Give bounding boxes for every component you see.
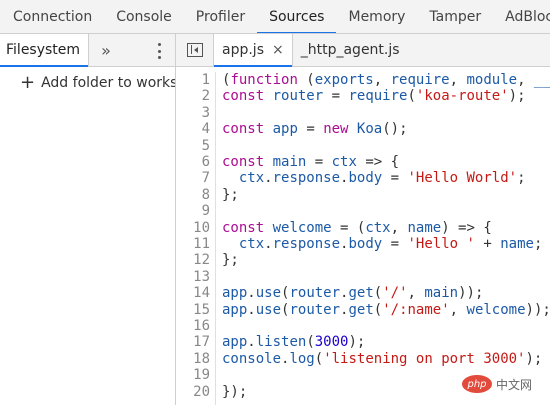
tab-profiler[interactable]: Profiler [184, 0, 257, 33]
editor-file-tabs: app.js × _http_agent.js [176, 34, 550, 67]
php-logo-icon: php [462, 375, 492, 393]
file-tab-http-agent[interactable]: _http_agent.js [293, 34, 408, 66]
line-number: 1 [201, 72, 210, 88]
code-line: ctx.response.body = 'Hello World'; [238, 170, 526, 187]
tab-tamper[interactable]: Tamper [417, 0, 493, 33]
code-line: const app = new Koa(); [222, 121, 408, 138]
editor-panel: app.js × _http_agent.js 1 2 3 4 5 6 7 8 … [176, 34, 550, 405]
code-line: (function (exports, require, module, __f [222, 72, 550, 88]
file-tab-label: app.js [222, 42, 264, 58]
toggle-navigator-button[interactable] [176, 34, 214, 66]
code-line: const welcome = (ctx, name) => { [222, 219, 492, 236]
code-line: console.log('listening on port 3000'); [222, 350, 543, 367]
tab-sources[interactable]: Sources [257, 0, 337, 33]
navigator-panel: Filesystem » + Add folder to worksp [0, 34, 176, 405]
line-number: 12 [193, 252, 210, 269]
add-folder-label: Add folder to worksp [41, 75, 175, 91]
code-line: app.use(router.get('/', main)); [222, 285, 484, 302]
line-number: 11 [193, 236, 210, 252]
devtools-top-tabs: Connection Console Profiler Sources Memo… [0, 0, 550, 34]
tab-filesystem[interactable]: Filesystem [0, 34, 90, 67]
line-number: 20 [193, 383, 210, 400]
line-number: 5 [201, 137, 210, 154]
line-number: 16 [193, 318, 210, 334]
line-number: 13 [193, 268, 210, 285]
line-number: 19 [193, 367, 210, 384]
line-number: 3 [201, 104, 210, 121]
code-line: app.use(router.get('/:name', welcome)); [222, 301, 550, 318]
line-number: 18 [193, 350, 210, 367]
code-line: }; [222, 252, 239, 269]
line-number: 10 [193, 219, 210, 236]
plus-icon: + [20, 72, 36, 93]
tab-memory[interactable]: Memory [336, 0, 417, 33]
php-cn-watermark: php 中文网 [462, 371, 542, 397]
line-number: 8 [201, 186, 210, 203]
more-options-icon[interactable] [157, 43, 161, 59]
code-line: const router = require('koa-route'); [222, 88, 526, 105]
file-tab-app-js[interactable]: app.js × [214, 34, 293, 67]
tab-console[interactable]: Console [104, 0, 184, 33]
code-line: app.listen(3000); [222, 334, 366, 351]
line-number: 15 [193, 301, 210, 318]
close-icon[interactable]: × [272, 42, 284, 58]
line-number: 6 [201, 154, 210, 170]
line-number: 17 [193, 334, 210, 351]
navigator-tabs: Filesystem » [0, 34, 175, 67]
line-number: 9 [201, 203, 210, 220]
code-line: }; [222, 186, 239, 203]
file-tab-label: _http_agent.js [300, 42, 400, 58]
line-number: 14 [193, 285, 210, 302]
code-line: ctx.response.body = 'Hello ' + name; [238, 236, 543, 252]
line-number: 7 [201, 170, 210, 187]
tab-connection[interactable]: Connection [0, 0, 104, 33]
code-line: const main = ctx => { [222, 154, 400, 170]
tab-adblock[interactable]: AdBlock [493, 0, 550, 33]
more-tabs-icon[interactable]: » [89, 34, 123, 66]
line-number: 4 [201, 121, 210, 138]
sidebar-toggle-icon [186, 43, 203, 57]
line-number: 2 [201, 88, 210, 105]
code-editor[interactable]: 1 2 3 4 5 6 7 8 9 10 11 12 13 14 15 16 1… [176, 72, 550, 405]
watermark-text: 中文网 [496, 377, 533, 392]
add-folder-button[interactable]: + Add folder to worksp [0, 67, 175, 99]
